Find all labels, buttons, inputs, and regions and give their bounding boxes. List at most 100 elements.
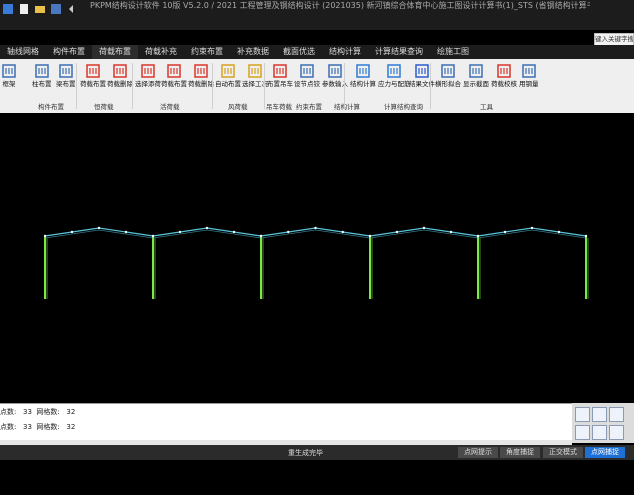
node-4-2 bbox=[530, 226, 534, 230]
node-3-1 bbox=[395, 230, 399, 234]
ribbon-tool-3[interactable]: 荷载布置 bbox=[80, 61, 106, 88]
live-load-icon bbox=[167, 64, 181, 78]
ribbon-tabs: 轴线网格 构件布置 荷载布置 荷载补充 约束布置 补充数据 截面优选 结构计算 计算结果查询 绘施… bbox=[0, 45, 634, 59]
node-1-0 bbox=[151, 234, 155, 238]
load-arrows-icon bbox=[86, 64, 100, 78]
pan-icon[interactable] bbox=[609, 407, 624, 422]
ribbon-group-label: 活荷载 bbox=[160, 103, 180, 111]
status-toggle-2[interactable]: 正交模式 bbox=[543, 447, 583, 458]
ribbon-tool-1[interactable]: 柱布置 bbox=[32, 61, 52, 88]
ribbon-separator bbox=[132, 63, 133, 109]
command-line-1: 点数: 33 网格数: 32 bbox=[0, 408, 76, 416]
ribbon-tool-label: 荷载删除 bbox=[188, 80, 214, 88]
window-title: PKPM结构设计软件 10版 V5.2.0 / 2021 工程管理及钢结构设计 … bbox=[90, 1, 590, 10]
stress-icon bbox=[387, 64, 401, 78]
tab-5[interactable]: 补充数据 bbox=[230, 45, 276, 59]
node-0-2 bbox=[97, 226, 101, 230]
column-icon bbox=[35, 64, 49, 78]
node-4-0 bbox=[476, 234, 480, 238]
node-0-0 bbox=[43, 234, 47, 238]
tab-7[interactable]: 结构计算 bbox=[322, 45, 368, 59]
beam-icon bbox=[59, 64, 73, 78]
node-2-0 bbox=[259, 234, 263, 238]
tab-3[interactable]: 荷载补充 bbox=[138, 45, 184, 59]
ribbon-tool-label: 框架 bbox=[2, 80, 16, 88]
ribbon-tool-18[interactable]: 荷载校核 bbox=[491, 61, 517, 88]
ribbon-tool-label: 荷载校核 bbox=[491, 80, 517, 88]
parameters-icon bbox=[328, 64, 342, 78]
node-2-3 bbox=[341, 230, 344, 234]
tab-2[interactable]: 荷载布置 bbox=[92, 45, 138, 59]
rotate-view-icon[interactable] bbox=[609, 425, 624, 440]
new-file-icon[interactable] bbox=[18, 3, 30, 15]
ribbon-tool-13[interactable]: 结构计算 bbox=[350, 61, 376, 88]
ribbon-tool-6[interactable]: 荷载布置 bbox=[161, 61, 187, 88]
node-0-3 bbox=[124, 230, 128, 234]
zoom-in-icon[interactable] bbox=[575, 425, 590, 440]
ribbon-tool-15[interactable]: 结果文件 bbox=[409, 61, 435, 88]
ribbon-tool-label: 显示截面 bbox=[463, 80, 489, 88]
ribbon-tool-2[interactable]: 梁布置 bbox=[56, 61, 76, 88]
wind-case-icon bbox=[248, 64, 262, 78]
ribbon-separator bbox=[430, 63, 431, 109]
ribbon-tool-14[interactable]: 应力与配筋 bbox=[378, 61, 411, 88]
title-bar: PKPM结构设计软件 10版 V5.2.0 / 2021 工程管理及钢结构设计 … bbox=[0, 0, 634, 30]
ribbon-tool-17[interactable]: 显示截面 bbox=[463, 61, 489, 88]
play-icon[interactable] bbox=[592, 425, 607, 440]
fit-icon bbox=[441, 64, 455, 78]
zoom-all-icon[interactable] bbox=[592, 407, 607, 422]
ribbon-tool-11[interactable]: 设节点铰 bbox=[294, 61, 320, 88]
ribbon-tool-8[interactable]: 自动布置 bbox=[215, 61, 241, 88]
node-3-2 bbox=[422, 226, 426, 230]
section-icon bbox=[469, 64, 483, 78]
undo-icon[interactable] bbox=[66, 3, 78, 15]
ribbon-group-label: 约束布置 bbox=[296, 103, 322, 111]
save-icon[interactable] bbox=[50, 3, 62, 15]
tab-1[interactable]: 构件布置 bbox=[46, 45, 92, 59]
word-file-icon bbox=[415, 64, 429, 78]
ribbon-group-label: 计算结构查询 bbox=[384, 103, 423, 111]
tab-8[interactable]: 计算结果查询 bbox=[368, 45, 430, 59]
open-file-icon[interactable] bbox=[34, 3, 46, 15]
ribbon-tool-label: 横形拟合 bbox=[435, 80, 461, 88]
tab-0[interactable]: 轴线网格 bbox=[0, 45, 46, 59]
ribbon-tool-10[interactable]: 布置吊车 bbox=[267, 61, 293, 88]
ribbon-tool-5[interactable]: 选择添荷 bbox=[135, 61, 161, 88]
status-toggle-0[interactable]: 点网提示 bbox=[458, 447, 498, 458]
node-4-1 bbox=[503, 230, 507, 234]
drawing-canvas[interactable] bbox=[0, 113, 634, 403]
ribbon-tool-7[interactable]: 荷载删除 bbox=[188, 61, 214, 88]
tab-9[interactable]: 绘施工图 bbox=[430, 45, 476, 59]
ribbon-group-label: 恒荷载 bbox=[94, 103, 114, 111]
node-2-2 bbox=[314, 226, 317, 230]
ribbon-tool-0[interactable]: 框架 bbox=[1, 61, 17, 88]
node-1-3 bbox=[232, 230, 236, 234]
ribbon-group-label: 构件布置 bbox=[38, 103, 64, 111]
ribbon-tool-19[interactable]: 用钢量 bbox=[519, 61, 539, 88]
ribbon-panel: 框架 柱布置 梁布置 荷载布置 荷载删除 选择添荷 荷载布置 荷载删除 自动布置 选择工况 布置吊车… bbox=[0, 59, 634, 114]
app-icon[interactable] bbox=[2, 3, 14, 15]
steel-qty-icon bbox=[522, 64, 536, 78]
ribbon-tool-label: 柱布置 bbox=[32, 80, 52, 88]
ribbon-separator bbox=[264, 63, 265, 109]
select-load-icon bbox=[141, 64, 155, 78]
zoom-window-icon[interactable] bbox=[575, 407, 590, 422]
view-toolbar bbox=[572, 403, 634, 443]
status-toggle-1[interactable]: 角度捕捉 bbox=[500, 447, 540, 458]
ribbon-tool-4[interactable]: 荷载删除 bbox=[107, 61, 133, 88]
status-toggle-3[interactable]: 点网捕捉 bbox=[585, 447, 625, 458]
tab-4[interactable]: 约束布置 bbox=[184, 45, 230, 59]
node-3-3 bbox=[449, 230, 453, 234]
ribbon-tool-16[interactable]: 横形拟合 bbox=[435, 61, 461, 88]
ribbon-tool-label: 荷载布置 bbox=[161, 80, 187, 88]
node-1-1 bbox=[178, 230, 182, 234]
hinge-icon bbox=[300, 64, 314, 78]
ribbon-tool-label: 用钢量 bbox=[519, 80, 539, 88]
ribbon-separator bbox=[76, 63, 77, 109]
command-window[interactable]: 点数: 33 网格数: 32 点数: 33 网格数: 32 bbox=[0, 403, 572, 444]
tab-6[interactable]: 截面优选 bbox=[276, 45, 322, 59]
status-message: 重生成完毕 bbox=[288, 449, 323, 457]
node-2-1 bbox=[287, 230, 290, 234]
ribbon-tool-label: 设节点铰 bbox=[294, 80, 320, 88]
ribbon-tool-label: 选择添荷 bbox=[135, 80, 161, 88]
